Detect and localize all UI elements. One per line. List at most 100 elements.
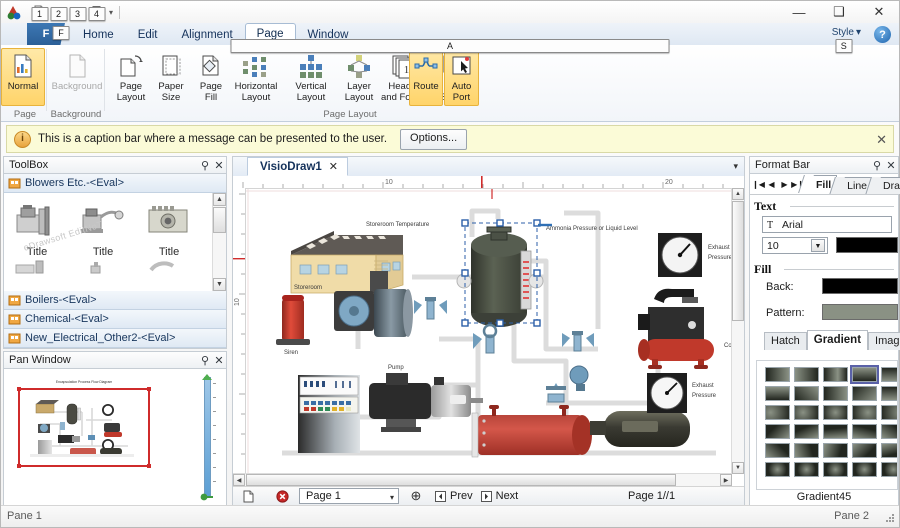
minimize-button[interactable]: — <box>779 1 819 23</box>
gradient-swatch[interactable] <box>850 403 879 422</box>
next-page-button[interactable]: Next <box>480 490 518 502</box>
canvas-scroll-left-icon[interactable]: ◀ <box>233 474 245 486</box>
pan-window-body[interactable]: Encapsulation Process Flow Diagram <box>3 369 227 506</box>
scrollbar-thumb[interactable] <box>213 207 226 233</box>
shape-item-4[interactable] <box>70 258 136 279</box>
format-tab-draw[interactable]: Draw <box>873 177 900 194</box>
tab-home[interactable]: Home <box>71 24 126 45</box>
pan-thumbnail[interactable]: Encapsulation Process Flow Diagram <box>12 375 198 500</box>
format-bar-pin-icon[interactable]: ⚲ <box>870 159 884 172</box>
caption-bar-close-icon[interactable]: ✕ <box>876 132 887 148</box>
horizontal-layout-button[interactable]: Horizontal Layout <box>227 48 285 106</box>
nav-next-icon[interactable]: ▶ <box>778 176 791 192</box>
gradient-swatch[interactable] <box>821 365 850 384</box>
font-size-arrow[interactable]: ▼ <box>811 239 825 252</box>
resize-grip-icon[interactable] <box>883 512 896 525</box>
gradient-swatch[interactable] <box>792 422 821 441</box>
gradient-swatch[interactable] <box>879 384 897 403</box>
page-select-arrow[interactable]: ▾ <box>390 493 394 502</box>
gradient-swatch[interactable] <box>850 460 879 479</box>
text-color-swatch[interactable] <box>836 237 898 253</box>
gradient-swatch[interactable] <box>879 403 897 422</box>
shape-item-5[interactable] <box>136 258 202 279</box>
gradient-swatch[interactable] <box>879 365 897 384</box>
gradient-swatch[interactable] <box>792 441 821 460</box>
close-button[interactable]: ✕ <box>859 1 899 23</box>
gradient-swatch[interactable] <box>879 460 897 479</box>
fill-sub-tabs[interactable]: Hatch Gradient Imag <box>764 330 900 350</box>
fill-tab-hatch[interactable]: Hatch <box>764 332 807 350</box>
zoom-slider-top-handle[interactable] <box>201 373 213 381</box>
fill-tab-gradient[interactable]: Gradient <box>806 330 869 350</box>
document-tab-menu-arrow[interactable]: ▾ <box>733 161 738 172</box>
shape-item-2[interactable]: Title <box>136 201 202 258</box>
pan-handle[interactable] <box>17 387 21 391</box>
canvas-horizontal-scrollbar[interactable]: ◀ ▶ <box>233 473 732 486</box>
qat-more-arrow[interactable]: ▾ <box>109 8 113 17</box>
canvas-scroll-right-icon[interactable]: ▶ <box>720 474 732 486</box>
font-name-field[interactable]: T Arial <box>762 216 892 233</box>
canvas-vertical-scrollbar[interactable]: ▲ ▼ <box>731 188 744 474</box>
qat-new-icon[interactable]: 1 <box>31 4 48 21</box>
gradient-swatch[interactable] <box>763 384 792 403</box>
vertical-layout-button[interactable]: Vertical Layout <box>287 48 335 106</box>
window-controls[interactable]: — ❑ ✕ <box>779 1 899 23</box>
shape-item-3[interactable] <box>4 258 70 279</box>
canvas-hscroll-thumb[interactable] <box>246 474 676 486</box>
font-size-select[interactable]: 10 ▼ <box>762 237 828 254</box>
delete-page-button[interactable] <box>271 488 293 505</box>
gradient-swatch[interactable] <box>879 441 897 460</box>
horizontal-ruler[interactable]: 10 20 <box>233 176 744 189</box>
stencil-header-chemical[interactable]: Chemical-<Eval> <box>4 310 226 329</box>
gradient-grid[interactable] <box>763 365 897 479</box>
pan-zoom-slider[interactable] <box>198 373 220 501</box>
fill-pattern-swatch[interactable] <box>822 304 898 320</box>
options-button[interactable]: Options... <box>400 128 468 150</box>
pan-handle[interactable] <box>147 464 151 468</box>
quick-access-toolbar[interactable]: 1 2 3 4 ▾ <box>31 2 121 22</box>
document-tab-close-icon[interactable]: ✕ <box>329 160 338 173</box>
stencil-header-boilers[interactable]: Boilers-<Eval> <box>4 291 226 310</box>
gradient-swatch[interactable] <box>879 422 897 441</box>
canvas-scroll-down-icon[interactable]: ▼ <box>732 462 744 474</box>
stencil-header-new-electrical[interactable]: New_Electrical_Other2-<Eval> <box>4 329 226 348</box>
route-button[interactable]: Route <box>409 48 443 106</box>
gradient-swatch[interactable] <box>792 403 821 422</box>
gradient-swatch[interactable] <box>821 384 850 403</box>
scroll-down-icon[interactable]: ▼ <box>213 278 226 291</box>
zoom-slider-track[interactable] <box>204 377 211 497</box>
prev-page-button[interactable]: Prev <box>435 490 473 502</box>
gradient-swatch[interactable] <box>821 403 850 422</box>
gradient-swatch[interactable] <box>792 384 821 403</box>
gradient-swatch[interactable] <box>763 460 792 479</box>
toolbox-scrollbar[interactable]: ▲ ▼ <box>212 193 226 291</box>
page-select[interactable]: Page 1 ▾ <box>299 488 399 504</box>
gradient-swatch[interactable] <box>821 441 850 460</box>
style-dropdown[interactable]: Style ▾ S <box>832 27 861 53</box>
qat-save-icon[interactable]: 3 <box>69 4 86 21</box>
pan-handle[interactable] <box>147 387 151 391</box>
help-icon[interactable]: ? <box>874 26 891 43</box>
tab-edit[interactable]: Edit <box>126 24 170 45</box>
format-tab-nav[interactable]: ❙◀ ◀ ▶ ▶❙ <box>750 174 804 194</box>
toolbox-close-icon[interactable]: ✕ <box>212 159 226 172</box>
format-bar-close-icon[interactable]: ✕ <box>884 159 898 172</box>
pan-handle[interactable] <box>17 464 21 468</box>
new-page-button[interactable] <box>237 488 259 505</box>
auto-port-button[interactable]: Auto Port <box>444 48 479 106</box>
qat-open-icon[interactable]: 2 <box>50 4 67 21</box>
pan-window-pin-icon[interactable]: ⚲ <box>198 354 212 367</box>
gradient-swatch[interactable] <box>850 422 879 441</box>
gradient-swatch[interactable] <box>850 365 879 384</box>
zoom-slider-bottom-handle[interactable] <box>199 491 215 501</box>
background-page-button[interactable]: Background <box>51 48 103 106</box>
gradient-swatch[interactable] <box>821 422 850 441</box>
format-tabs[interactable]: Fill Line Draw S <box>806 174 900 194</box>
drawing-canvas[interactable]: Storeroom Temperature Storeroom Ammonia … <box>246 189 731 473</box>
maximize-button[interactable]: ❑ <box>819 1 859 23</box>
gradient-swatch[interactable] <box>763 422 792 441</box>
gradient-swatch[interactable] <box>821 460 850 479</box>
canvas-scroll-up-icon[interactable]: ▲ <box>732 188 744 200</box>
gradient-swatch[interactable] <box>763 403 792 422</box>
pan-viewport-rect[interactable]: Encapsulation Process Flow Diagram <box>17 380 151 468</box>
